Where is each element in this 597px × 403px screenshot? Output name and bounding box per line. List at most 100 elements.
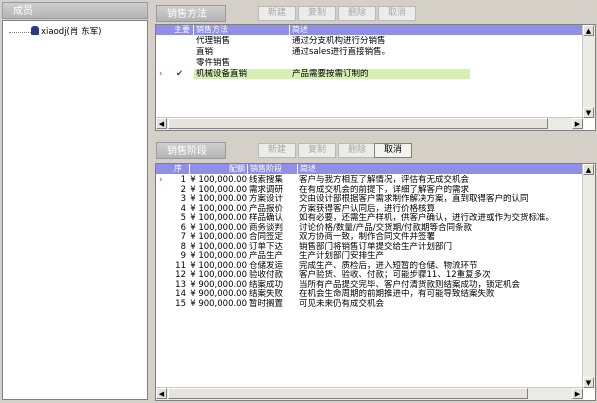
row-marker (159, 36, 169, 46)
table-row-selected[interactable]: › ✔ 机械设备直销 产品需要按需订制的 (156, 69, 583, 79)
row-marker (159, 204, 169, 214)
quota-cell: ¥ 100,000.00 (190, 184, 247, 195)
table-row[interactable]: 6 ¥ 100,000.00 商务谈判 讨论价格/数量/产品/交货期/付款期等合同条款 (156, 223, 583, 233)
method-copy-button[interactable]: 复制 (298, 6, 336, 21)
scroll-thumb[interactable] (168, 388, 528, 399)
desc-cell: 客户与我方相互了解情况，评估有无成交机会 (299, 175, 470, 185)
col-seq-header: 序 (172, 164, 190, 174)
scroll-down-icon[interactable]: ▼ (583, 107, 594, 118)
desc-cell: 生产计划部门安排生产 (299, 251, 385, 261)
stage-cell: 方案设计 (249, 194, 284, 204)
quota-cell: ¥ 100,000.00 (190, 175, 247, 185)
row-marker (159, 261, 169, 271)
table-row[interactable]: 7 ¥ 100,000.00 合同签定 双方协商一致，制作合同文件并签署 (156, 232, 583, 242)
stage-new-button[interactable]: 新建 (258, 143, 296, 158)
checkmark-icon: ✔ (176, 69, 184, 79)
table-row[interactable]: › 1 ¥ 100,000.00 线索搜集 客户与我方相互了解情况，评估有无成交机会 (156, 175, 583, 185)
row-marker (159, 270, 169, 280)
col-stage-header: 销售阶段 (248, 164, 298, 174)
scroll-right-icon[interactable]: ▶ (572, 388, 583, 399)
members-caption: 成员 (2, 2, 148, 19)
seq-cell: 13 (175, 279, 186, 290)
desc-cell: 可见未来仍有成交机会 (299, 298, 385, 309)
stage-grid[interactable]: 序 配额 销售阶段 简述 › 1 ¥ 100,000.00 线索搜集 客户与我方相互了解… (155, 163, 596, 401)
method-name: 代理销售 (196, 36, 231, 46)
method-name: 机械设备直销 (194, 69, 290, 79)
members-title: 成员 (13, 6, 33, 17)
stage-caption: 销售阶段 (156, 142, 226, 159)
table-row[interactable]: 15 ¥ 900,000.00 暂时搁置 可见未来仍有成交机会 (156, 299, 583, 309)
stage-delete-button[interactable]: 删除 (338, 143, 376, 158)
stage-cancel-button[interactable]: 取消 (374, 143, 412, 158)
table-row[interactable]: 5 ¥ 100,000.00 样品确认 如有必要，还需生产样机，供客户确认，进行改进或… (156, 213, 583, 223)
row-marker (159, 213, 169, 223)
quota-cell: ¥ 100,000.00 (190, 270, 247, 280)
seq-cell: 15 (175, 298, 186, 309)
table-row[interactable]: 11 ¥ 100,000.00 仓储发运 完成生产、质检后，进入短暂的仓储、物流环节 (156, 261, 583, 271)
row-pointer-icon: › (159, 69, 163, 79)
stage-title: 销售阶段 (167, 146, 207, 157)
method-desc: 通过sales进行直接销售。 (292, 47, 391, 57)
row-marker (159, 251, 169, 261)
seq-cell: 11 (175, 260, 186, 271)
members-tree[interactable]: xiaodj(肖 东军) (2, 20, 148, 400)
table-row[interactable]: 14 ¥ 900,000.00 结案失败 在机会生命周期的前期推进中，有可能导致结案失… (156, 289, 583, 299)
col-desc-header: 简述 (292, 25, 308, 34)
method-delete-button[interactable]: 删除 (338, 6, 376, 21)
stage-cell: 结案失败 (249, 289, 284, 299)
desc-cell: 交由设计部根据客户需求制作解决方案，直到取得客户的认同 (299, 194, 529, 204)
method-vertical-scrollbar[interactable]: ▲ ▼ (582, 25, 595, 118)
method-desc: 通过分支机构进行分销售 (292, 36, 386, 46)
table-row[interactable]: 代理销售 通过分支机构进行分销售 (156, 36, 583, 46)
seq-cell: 5 (180, 213, 186, 223)
row-marker (159, 289, 169, 299)
table-row[interactable]: 直销 通过sales进行直接销售。 (156, 47, 583, 57)
table-row[interactable]: 8 ¥ 100,000.00 订单下达 销售部门将销售订单提交给生产计划部门 (156, 242, 583, 252)
desc-cell: 讨论价格/数量/产品/交货期/付款期等合同条款 (299, 222, 472, 233)
method-cancel-button[interactable]: 取消 (378, 6, 416, 21)
method-caption: 销售方法 (156, 5, 226, 22)
desc-cell: 如有必要，还需生产样机，供客户确认，进行改进或作为交货标准。 (299, 213, 555, 223)
seq-cell: 8 (180, 241, 186, 252)
scroll-up-icon[interactable]: ▲ (583, 25, 594, 36)
stage-horizontal-scrollbar[interactable]: ◀ ▶ (156, 387, 583, 400)
col-method-header: 销售方法 (194, 25, 290, 35)
table-row[interactable]: 4 ¥ 100,000.00 产品报价 方案获得客户认同后，进行价格核算 (156, 204, 583, 214)
table-row[interactable]: 13 ¥ 900,000.00 结案成功 当所有产品提交完毕、客户付清货款则结案成功，… (156, 280, 583, 290)
stage-cell: 产品生产 (249, 251, 284, 261)
row-marker (159, 47, 169, 57)
stage-grid-header: 序 配额 销售阶段 简述 (156, 164, 583, 174)
member-item[interactable]: xiaodj(肖 东军) (31, 26, 101, 38)
scroll-up-icon[interactable]: ▲ (583, 164, 594, 175)
table-row[interactable]: 零件销售 (156, 58, 583, 68)
row-marker (159, 280, 169, 290)
table-row[interactable]: 12 ¥ 100,000.00 验收付款 客户验货、验收、付款；可能步骤11、12重复… (156, 270, 583, 280)
col-desc-header: 简述 (300, 164, 316, 173)
person-icon (31, 26, 39, 35)
stage-vertical-scrollbar[interactable]: ▲ ▼ (582, 164, 595, 388)
desc-cell: 在有成交机会的前提下，详细了解客户的需求 (299, 184, 470, 195)
scroll-left-icon[interactable]: ◀ (156, 388, 167, 399)
scroll-left-icon[interactable]: ◀ (156, 118, 167, 129)
scroll-right-icon[interactable]: ▶ (572, 118, 583, 129)
stage-cell: 样品确认 (249, 213, 284, 223)
table-row[interactable]: 2 ¥ 100,000.00 需求调研 在有成交机会的前提下，详细了解客户的需求 (156, 185, 583, 195)
scroll-down-icon[interactable]: ▼ (583, 377, 594, 388)
seq-cell: 3 (180, 194, 186, 204)
row-marker (159, 185, 169, 195)
method-grid[interactable]: 主要 销售方法 简述 代理销售 通过分支机构进行分销售 直销 通过sales进行… (155, 24, 596, 131)
scroll-thumb[interactable] (168, 118, 548, 129)
quota-cell: ¥ 100,000.00 (190, 260, 247, 271)
seq-cell: 9 (180, 251, 186, 261)
quota-cell: ¥ 100,000.00 (190, 213, 247, 223)
tree-line (9, 32, 31, 33)
method-horizontal-scrollbar[interactable]: ◀ ▶ (156, 117, 583, 130)
method-new-button[interactable]: 新建 (258, 6, 296, 21)
quota-cell: ¥ 900,000.00 (190, 279, 247, 290)
desc-cell: 完成生产、质检后，进入短暂的仓储、物流环节 (299, 260, 478, 271)
stage-cell: 仓储发运 (249, 260, 284, 271)
table-row[interactable]: 9 ¥ 100,000.00 产品生产 生产计划部门安排生产 (156, 251, 583, 261)
stage-copy-button[interactable]: 复制 (298, 143, 336, 158)
table-row[interactable]: 3 ¥ 100,000.00 方案设计 交由设计部根据客户需求制作解决方案，直到取得客… (156, 194, 583, 204)
col-quota-header: 配额 (190, 164, 248, 174)
